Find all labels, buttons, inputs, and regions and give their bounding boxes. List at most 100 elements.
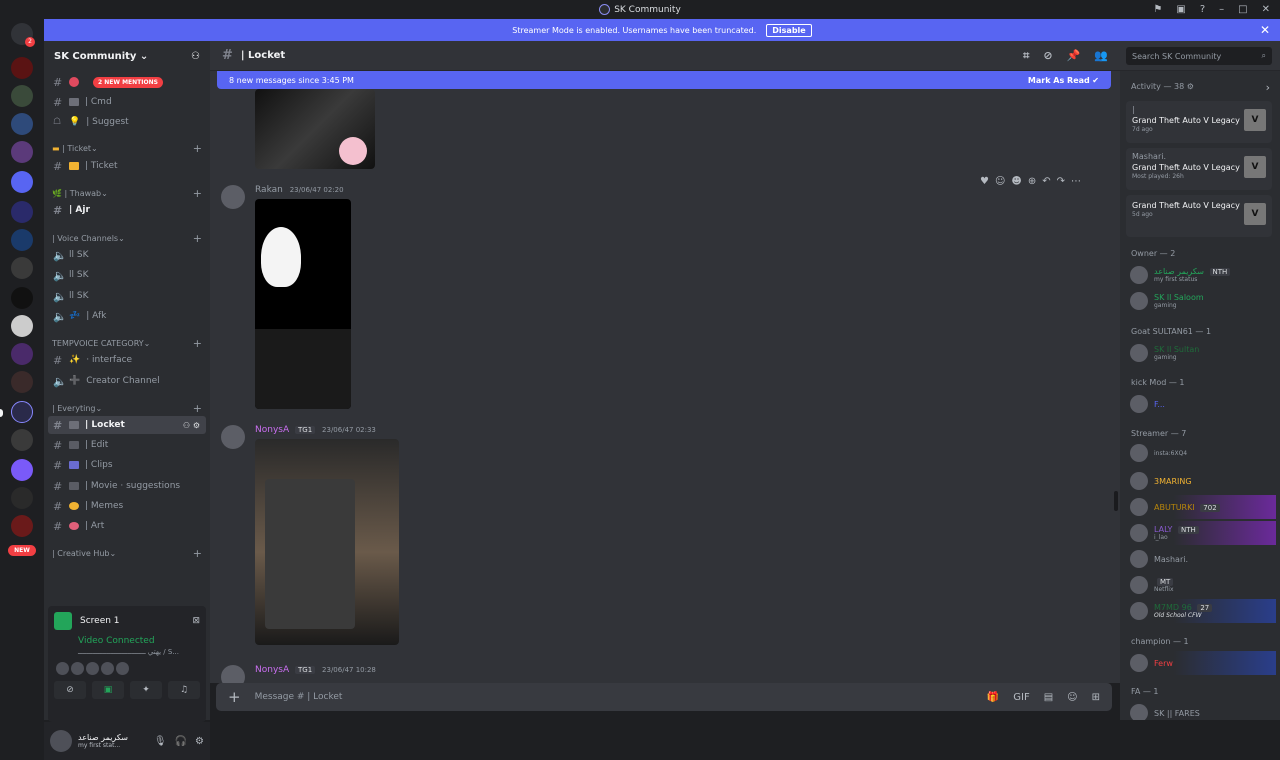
- activities-icon[interactable]: ✦: [130, 681, 162, 699]
- add-member-icon[interactable]: ⚇: [191, 51, 200, 62]
- channel-suggest[interactable]: ☖ 💡 | Suggest: [48, 113, 206, 131]
- channel-ajr[interactable]: # | Ajr: [48, 201, 206, 219]
- inbox-icon[interactable]: ⚑: [1153, 4, 1162, 15]
- add-attachment-icon[interactable]: +: [228, 688, 241, 706]
- member-list-icon[interactable]: 👥: [1094, 49, 1108, 63]
- channel-ticket[interactable]: # | Ticket: [48, 157, 206, 175]
- voice-channel-afk[interactable]: 🔈 💤 | Afk: [48, 307, 206, 325]
- image-attachment[interactable]: [255, 199, 351, 409]
- apps-icon[interactable]: ⊞: [1092, 692, 1100, 703]
- author-name[interactable]: NonysA: [255, 425, 289, 435]
- avatar[interactable]: [50, 730, 72, 752]
- author-name[interactable]: Rakan: [255, 185, 283, 195]
- forward-icon[interactable]: ↷: [1057, 176, 1065, 187]
- maximize-button[interactable]: □: [1238, 4, 1247, 15]
- screen-share-row[interactable]: Screen 1 ⊠: [48, 606, 206, 636]
- server-icon[interactable]: [11, 257, 33, 279]
- help-icon[interactable]: ?: [1200, 4, 1205, 15]
- heart-icon[interactable]: ♥: [980, 176, 989, 187]
- scrollbar[interactable]: [1114, 491, 1118, 511]
- avatar[interactable]: [221, 185, 245, 209]
- server-icon[interactable]: [11, 515, 33, 537]
- channel-top[interactable]: # 2 NEW MENTIONS: [48, 73, 206, 91]
- close-screen-icon[interactable]: ⊠: [192, 616, 200, 626]
- server-icon[interactable]: [11, 287, 33, 309]
- member-item[interactable]: M7MD 96 27 Old School CFW: [1130, 599, 1276, 623]
- server-header[interactable]: SK Community ⌄ ⚇: [44, 41, 210, 71]
- member-item[interactable]: 3MARING: [1130, 469, 1276, 493]
- screen-share-button[interactable]: ▣: [92, 681, 124, 699]
- server-icon[interactable]: [11, 201, 33, 223]
- channel-art[interactable]: # | Art: [48, 517, 206, 535]
- member-item[interactable]: insta:6XQ4: [1130, 441, 1276, 465]
- emoji-icon[interactable]: ☺: [1067, 692, 1077, 703]
- member-item[interactable]: سكريمر صناعد NTH my first status: [1130, 263, 1276, 287]
- channel-movie[interactable]: # | Movie · suggestions: [48, 477, 206, 495]
- mentions-pill[interactable]: 2 NEW MENTIONS: [93, 76, 163, 88]
- member-item[interactable]: ABUTURKI 702: [1130, 495, 1276, 519]
- channel-creator[interactable]: 🔈 ➕ Creator Channel: [48, 372, 206, 390]
- server-icon[interactable]: [11, 141, 33, 163]
- member-item[interactable]: SK || FARES: [1130, 701, 1276, 720]
- channel-locket[interactable]: # | Locket ⚇ ⚙: [48, 416, 206, 434]
- minimize-button[interactable]: –: [1219, 4, 1224, 15]
- channel-cmd[interactable]: # | Cmd: [48, 93, 206, 111]
- voice-channel[interactable]: 🔈 ll SK: [48, 266, 206, 284]
- server-icon[interactable]: [11, 343, 33, 365]
- pin-icon[interactable]: 📌: [1067, 49, 1081, 63]
- emoji-icon[interactable]: ☻: [1011, 176, 1021, 187]
- server-icon[interactable]: [11, 401, 33, 423]
- member-item[interactable]: F...: [1130, 392, 1276, 416]
- threads-icon[interactable]: ⌗: [1023, 49, 1029, 63]
- server-icon[interactable]: [11, 171, 33, 193]
- new-messages-bar[interactable]: 8 new messages since 3:45 PM Mark As Rea…: [217, 71, 1111, 89]
- chevron-right-icon[interactable]: ›: [1266, 81, 1270, 94]
- reply-icon[interactable]: ↶: [1042, 176, 1050, 187]
- activity-card[interactable]: Grand Theft Auto V Legacy 5d ago V: [1126, 195, 1272, 237]
- category-creative-hub[interactable]: | Creative Hub ⌄ +: [52, 546, 202, 560]
- category-tempvoice[interactable]: TEMPVOICE CATEGORY ⌄ +: [52, 336, 202, 350]
- more-icon[interactable]: ⋯: [1071, 176, 1081, 187]
- headset-icon[interactable]: 🎧: [175, 736, 187, 747]
- member-item[interactable]: SK ll Saloom gaming: [1130, 289, 1276, 313]
- category-voice[interactable]: | Voice Channels ⌄ +: [52, 231, 202, 245]
- mic-icon[interactable]: 🎙: [154, 736, 167, 747]
- message-composer[interactable]: + Message # | Locket 🎁 GIF ▤ ☺ ⊞: [216, 683, 1112, 711]
- mark-as-read-button[interactable]: Mark As Read ✔: [1028, 76, 1099, 85]
- gif-icon[interactable]: GIF: [1013, 692, 1029, 703]
- channel-interface[interactable]: # ✨ · interface: [48, 351, 206, 369]
- activity-card[interactable]: Mashari. Grand Theft Auto V Legacy Most …: [1126, 148, 1272, 190]
- search-input[interactable]: Search SK Community ⌕: [1126, 47, 1272, 65]
- server-icon[interactable]: [11, 487, 33, 509]
- voice-channel[interactable]: 🔈 ll SK: [48, 287, 206, 305]
- settings-icon[interactable]: ⚇ ⚙: [183, 421, 200, 430]
- soundboard-icon[interactable]: ♫: [168, 681, 200, 699]
- server-icon[interactable]: [11, 85, 33, 107]
- member-item[interactable]: SK ll Sultan gaming: [1130, 341, 1276, 365]
- server-icon[interactable]: [11, 57, 33, 79]
- category-ticket[interactable]: ▬ | Ticket ⌄ +: [52, 141, 202, 155]
- member-item[interactable]: MT Netflix: [1130, 573, 1276, 597]
- image-attachment[interactable]: [255, 89, 375, 169]
- member-item[interactable]: LALY NTH i_lao: [1130, 521, 1276, 545]
- voice-channel[interactable]: 🔈 ll SK: [48, 246, 206, 264]
- server-icon[interactable]: [11, 315, 33, 337]
- server-icon[interactable]: [11, 429, 33, 451]
- category-thawab[interactable]: 🌿 | Thawab ⌄ +: [52, 186, 202, 200]
- add-reaction-icon[interactable]: ⊕: [1028, 176, 1036, 187]
- avatar[interactable]: [221, 665, 245, 683]
- channel-memes[interactable]: # | Memes: [48, 497, 206, 515]
- image-attachment[interactable]: [255, 439, 399, 645]
- server-icon[interactable]: [11, 459, 33, 481]
- activity-card[interactable]: | Grand Theft Auto V Legacy 7d ago V: [1126, 101, 1272, 143]
- mute-icon[interactable]: ⊘: [1043, 49, 1052, 63]
- sticker-icon[interactable]: ▤: [1044, 692, 1053, 703]
- server-icon[interactable]: [11, 371, 33, 393]
- server-icon[interactable]: [11, 229, 33, 251]
- channel-clips[interactable]: # | Clips: [48, 456, 206, 474]
- category-everyting[interactable]: | Everyting ⌄ +: [52, 401, 202, 415]
- channel-edit[interactable]: # | Edit: [48, 436, 206, 454]
- emoji-icon[interactable]: ☺: [995, 176, 1005, 187]
- camera-off-icon[interactable]: ⊘: [54, 681, 86, 699]
- author-name[interactable]: NonysA: [255, 665, 289, 675]
